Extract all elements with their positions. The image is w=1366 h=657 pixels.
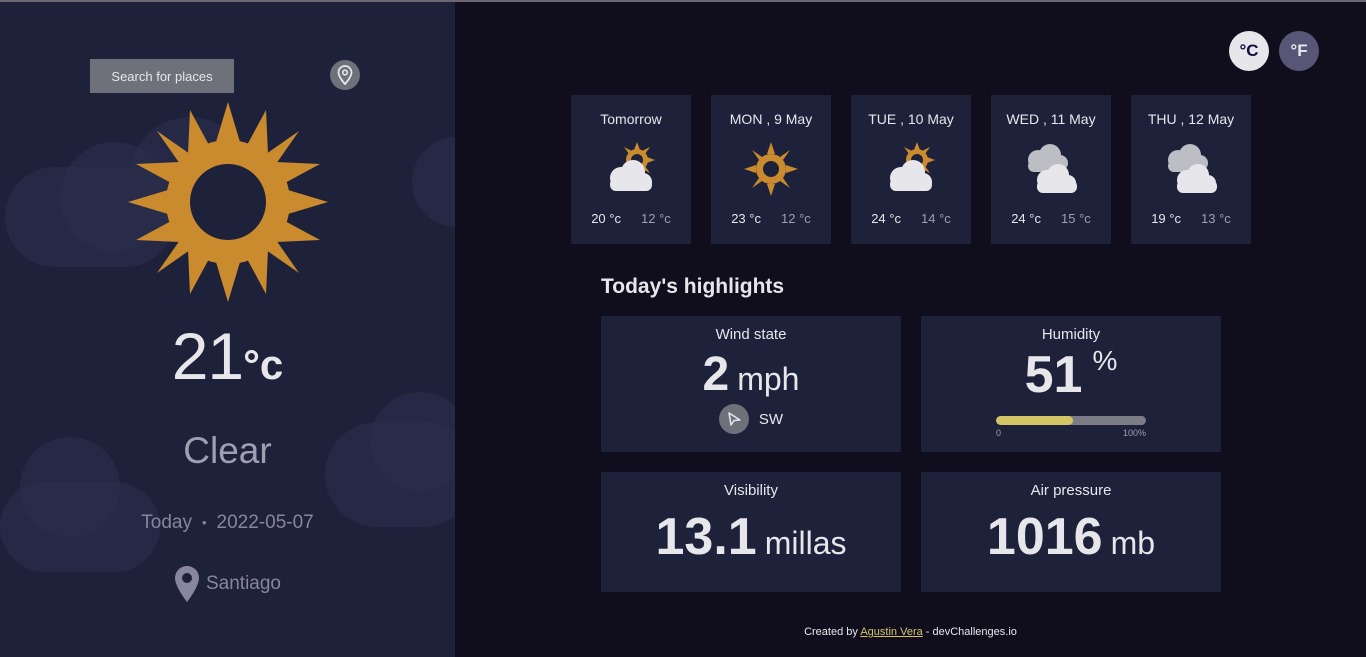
min-temp: 13 °c [1201,211,1231,226]
visibility-value-row: 13.1 millas [601,507,901,567]
humidity-progress-fill [996,416,1073,425]
heavy-cloud-icon [1168,144,1217,193]
sun-icon [128,102,328,302]
min-temp: 14 °c [921,211,951,226]
air-pressure-card: Air pressure 1016 mb [921,472,1221,592]
footer-suffix: - devChallenges.io [925,626,1017,638]
min-temp: 12 °c [781,211,811,226]
max-temp: 19 °c [1151,211,1181,226]
forecast-card: Tomorrow 20 °c 12 °c [571,95,691,244]
background-cloud [412,137,455,227]
pressure-unit: mb [1110,525,1156,561]
forecast-temps: 24 °c 14 °c [851,211,971,226]
wind-direction: SW [601,404,901,434]
pressure-label: Air pressure [1030,482,1112,499]
light-cloud-icon [610,142,655,191]
weather-app: Search for places 21°c Clear Today • 202… [0,0,1366,657]
date-row: Today • 2022-05-07 [0,512,455,534]
max-temp: 20 °c [591,211,621,226]
navigation-arrow-icon [718,404,749,434]
max-temp: 24 °c [871,211,901,226]
footer-prefix: Created by [804,626,858,638]
max-temp: 24 °c [1011,211,1041,226]
humidity-progress-bar [996,416,1146,425]
forecast-temps: 20 °c 12 °c [571,211,691,226]
scale-max: 100% [1122,428,1146,438]
footer: Created by Agustin Vera - devChallenges.… [0,626,1366,638]
wind-label: Wind state [715,326,787,343]
light-cloud-icon [890,142,935,191]
temperature-value: 21 [171,319,244,393]
location-pin-icon [337,65,353,85]
separator-dot: • [201,515,207,531]
highlights-title: Today's highlights [601,275,785,298]
wind-value-row: 2 mph [601,347,901,402]
visibility-value: 13.1 [655,508,757,566]
min-temp: 12 °c [641,211,671,226]
heavy-cloud-icon [1028,144,1077,193]
search-places-button[interactable]: Search for places [90,59,234,93]
forecast-day: THU , 12 May [1147,111,1235,127]
forecast-temps: 23 °c 12 °c [711,211,831,226]
forecast-list: Tomorrow 20 °c 12 °c MON , 9 May 23 °c 1… [571,95,1251,244]
forecast-temps: 19 °c 13 °c [1131,211,1251,226]
forecast-card: WED , 11 May 24 °c 15 °c [991,95,1111,244]
wind-value: 2 [702,348,730,401]
forecast-day: TUE , 10 May [868,111,954,127]
my-location-button[interactable] [330,60,360,90]
forecast-day: Tomorrow [600,111,662,127]
humidity-value: 51 [1024,346,1083,404]
date-prefix: Today [141,512,192,533]
fahrenheit-button[interactable]: °F [1279,31,1319,71]
visibility-unit: millas [764,525,847,561]
wind-status-card: Wind state 2 mph SW [601,316,901,452]
forecast-card: THU , 12 May 19 °c 13 °c [1131,95,1251,244]
pressure-value-row: 1016 mb [921,507,1221,567]
temperature-unit: °c [243,341,284,388]
location-row: Santiago [0,565,455,603]
humidity-value-row: 51% [921,345,1221,405]
pressure-value: 1016 [986,508,1103,566]
sidebar: Search for places 21°c Clear Today • 202… [0,2,455,657]
forecast-card: TUE , 10 May 24 °c 14 °c [851,95,971,244]
humidity-label: Humidity [1041,326,1101,343]
humidity-scale: 0 100% [996,428,1146,438]
location-pin-icon [174,566,199,602]
forecast-day: MON , 9 May [729,111,813,127]
visibility-card: Visibility 13.1 millas [601,472,901,592]
max-temp: 23 °c [731,211,761,226]
scale-min: 0 [996,428,1002,438]
forecast-day: WED , 11 May [1006,111,1096,127]
humidity-card: Humidity 51% 0 100% [921,316,1221,452]
wind-unit: mph [737,361,800,397]
author-link[interactable]: Agustin Vera [860,626,922,638]
celsius-button[interactable]: °C [1229,31,1269,71]
min-temp: 15 °c [1061,211,1091,226]
sun-icon [744,142,798,196]
current-temperature: 21°c [0,318,455,394]
current-date: 2022-05-07 [216,512,314,533]
humidity-unit: % [1092,345,1118,376]
wind-direction-label: SW [758,410,784,428]
forecast-temps: 24 °c 15 °c [991,211,1111,226]
visibility-label: Visibility [724,482,778,499]
forecast-card: MON , 9 May 23 °c 12 °c [711,95,831,244]
weather-condition: Clear [183,430,272,471]
city-name: Santiago [205,573,281,594]
